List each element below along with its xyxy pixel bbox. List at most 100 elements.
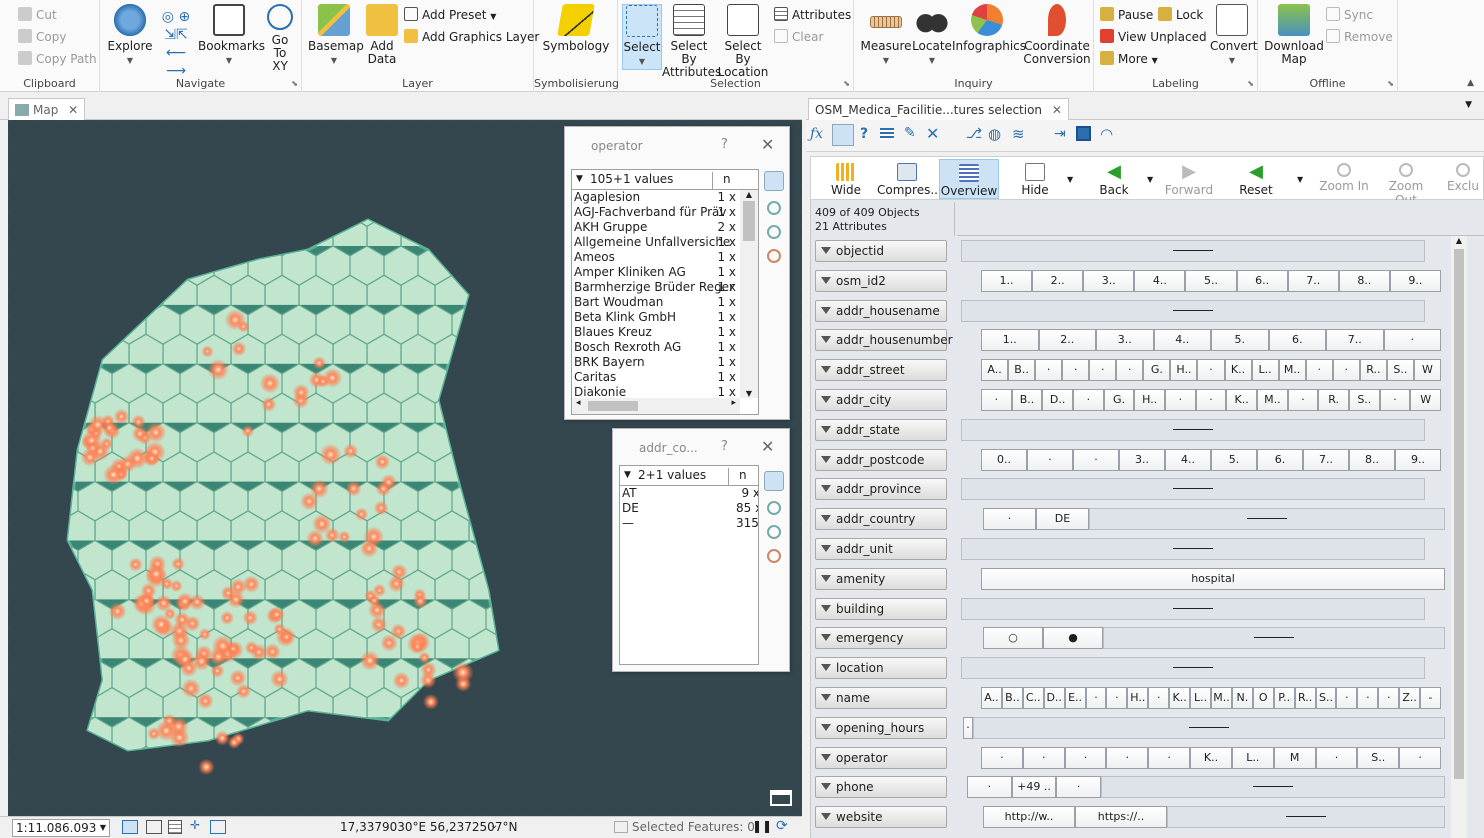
category-bin[interactable]: 4.. <box>1134 269 1186 292</box>
facility-point[interactable] <box>198 628 211 641</box>
fx-icon[interactable]: ƒx <box>810 126 823 142</box>
facility-point[interactable] <box>354 507 369 521</box>
country-value-list[interactable]: ▼ 2+1 values n AT 9 x DE 85 x — 315 x <box>619 465 759 665</box>
category-bin[interactable]: · <box>1035 359 1063 382</box>
attribute-label-phone[interactable]: phone <box>815 776 947 799</box>
offline-launcher-icon[interactable]: ⬊ <box>1387 79 1394 88</box>
category-bin[interactable]: · <box>1116 359 1144 382</box>
facility-point[interactable] <box>452 661 474 684</box>
category-bin[interactable]: · <box>981 746 1023 769</box>
attribute-label-amenity[interactable]: amenity <box>815 567 947 590</box>
country-values-header[interactable]: 2+1 values <box>638 468 706 482</box>
list-item[interactable]: Allgemeine Unfallversiche 1 x <box>572 235 758 250</box>
forward-button[interactable]: ▶ Forward <box>1161 159 1217 199</box>
facility-point[interactable] <box>359 650 380 671</box>
category-bin[interactable]: · <box>1062 359 1090 382</box>
list-item[interactable]: Blaues Kreuz 1 x <box>572 325 758 340</box>
null-value-bar[interactable] <box>1101 776 1445 799</box>
category-bin[interactable]: 5. <box>1211 329 1269 352</box>
attribute-label-operator[interactable]: operator <box>815 746 947 769</box>
compress-button[interactable]: Compres... <box>877 159 942 199</box>
facility-point[interactable] <box>181 678 201 699</box>
facility-point[interactable] <box>162 713 177 729</box>
attribute-label-emergency[interactable]: emergency <box>815 627 947 650</box>
correction-icon[interactable] <box>210 820 226 834</box>
facility-point[interactable] <box>140 582 157 599</box>
go-to-xy-button[interactable]: Go To XY <box>260 4 300 73</box>
facility-point[interactable] <box>391 563 408 581</box>
facility-point[interactable] <box>188 593 206 611</box>
attribute-label-addr-unit[interactable]: addr_unit <box>815 538 947 560</box>
zoom-out-icon[interactable] <box>767 225 781 239</box>
delete-icon[interactable]: ✕ <box>926 124 939 143</box>
facility-point[interactable] <box>198 758 215 776</box>
help-icon[interactable]: ? <box>721 137 728 152</box>
list-item[interactable]: Barmherzige Brüder Reger 1 x <box>572 280 758 295</box>
category-bin[interactable]: · <box>967 776 1012 799</box>
facility-point[interactable] <box>144 451 159 466</box>
facility-point[interactable] <box>268 606 285 623</box>
horizontal-scrollbar[interactable]: ◂ ▸ <box>572 398 740 414</box>
close-icon[interactable]: ✕ <box>761 437 774 456</box>
selection-launcher-icon[interactable]: ⬊ <box>843 79 850 88</box>
category-bin[interactable]: 1.. <box>981 329 1039 352</box>
table-icon[interactable] <box>168 820 182 834</box>
facility-point[interactable] <box>319 443 342 466</box>
category-bin[interactable]: R.. <box>1294 687 1316 709</box>
facility-point[interactable] <box>237 320 250 333</box>
back-dropdown-icon[interactable]: ▼ <box>1147 175 1153 184</box>
facility-point[interactable] <box>147 727 161 741</box>
category-bin[interactable]: 4.. <box>1153 329 1211 352</box>
category-bin[interactable]: L.. <box>1251 359 1279 382</box>
cut-button[interactable]: Cut <box>18 6 57 24</box>
category-bin[interactable]: S.. <box>1349 389 1380 411</box>
attribute-label-addr-street[interactable]: addr_street <box>815 359 947 382</box>
category-bin[interactable]: · <box>1022 746 1065 769</box>
facility-point[interactable] <box>102 420 117 435</box>
category-bin[interactable]: M.. <box>1257 389 1288 411</box>
category-bin[interactable]: 9.. <box>1395 448 1441 471</box>
category-bin[interactable]: K.. <box>1224 359 1252 382</box>
clear-button[interactable]: Clear <box>774 28 823 46</box>
category-bin[interactable]: 1.. <box>981 269 1033 292</box>
scroll-thumb[interactable] <box>743 201 755 241</box>
pencil-icon[interactable]: ✎ <box>904 125 916 141</box>
category-bin[interactable]: · <box>1378 687 1400 709</box>
attribute-label-addr-country[interactable]: addr_country <box>815 508 947 531</box>
attribute-label-website[interactable]: website <box>815 806 947 829</box>
category-bin[interactable]: H.. <box>1170 359 1198 382</box>
category-bin[interactable]: G. <box>1103 389 1135 411</box>
category-bin[interactable]: · <box>981 389 1012 411</box>
reset-button[interactable]: ◀ Reset <box>1231 159 1281 199</box>
category-bin[interactable]: 6.. <box>1236 269 1288 292</box>
category-bin[interactable]: C.. <box>1022 687 1044 709</box>
list-item[interactable]: — 315 x <box>620 516 758 531</box>
scale-dropdown-icon[interactable]: ▼ <box>100 820 106 836</box>
navigation-arrows-icon[interactable]: ◎ ⊕ ⇲⇱ ⟵ ⟶ <box>156 8 196 79</box>
zoom-in-icon[interactable] <box>767 501 781 515</box>
list-item[interactable]: AKH Gruppe 2 x <box>572 220 758 235</box>
category-bin[interactable]: S.. <box>1357 746 1400 769</box>
facility-point[interactable] <box>306 529 324 548</box>
measure-button[interactable]: Measure ▼ <box>860 4 912 67</box>
facility-point[interactable] <box>322 368 343 388</box>
zoom-out-icon[interactable] <box>767 525 781 539</box>
facility-point[interactable] <box>207 359 229 381</box>
hide-dropdown-icon[interactable]: ▼ <box>1067 175 1073 184</box>
facility-point[interactable] <box>423 693 439 710</box>
facility-point[interactable] <box>374 454 391 470</box>
category-bin[interactable]: A.. <box>981 359 1009 382</box>
attribute-label-location[interactable]: location <box>815 657 947 680</box>
facility-point[interactable] <box>242 610 258 626</box>
align-icon[interactable] <box>832 124 854 146</box>
list-item[interactable]: Ameos 1 x <box>572 250 758 265</box>
category-bin[interactable]: · <box>1336 687 1358 709</box>
back-button[interactable]: ◀ Back <box>1089 159 1139 199</box>
category-bin[interactable]: · <box>1106 687 1128 709</box>
tab-map[interactable]: Map ✕ <box>8 98 86 120</box>
category-bin[interactable]: 5.. <box>1185 269 1237 292</box>
category-bin[interactable]: 9.. <box>1389 269 1441 292</box>
category-bin[interactable]: 8.. <box>1338 269 1390 292</box>
select-by-location-button[interactable]: Select By Location <box>716 4 770 79</box>
operator-n-header[interactable]: n <box>712 172 731 190</box>
